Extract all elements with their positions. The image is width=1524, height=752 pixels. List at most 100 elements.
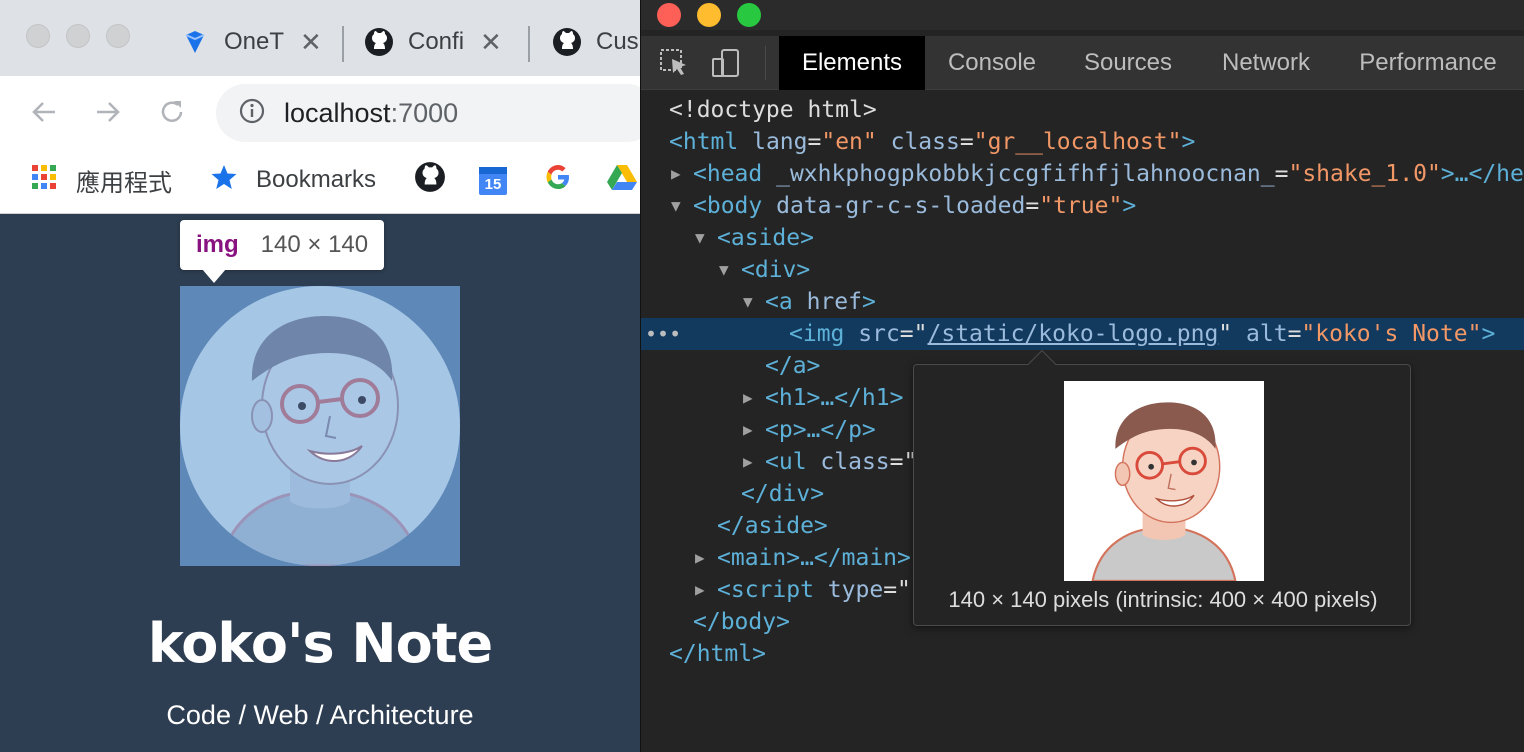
dom-node-html-close[interactable]: </html> (641, 638, 1524, 670)
close-tab-icon[interactable]: ✕ (480, 27, 502, 58)
url-port: :7000 (390, 97, 459, 128)
forward-arrow-icon[interactable] (88, 92, 128, 132)
expand-triangle-icon[interactable]: ▶ (671, 158, 693, 190)
devtools-titlebar (641, 0, 1524, 30)
bookmark-drive[interactable] (606, 160, 638, 200)
attr-value: =" (883, 577, 911, 603)
google-icon (544, 163, 572, 198)
browser-tab-3[interactable]: Cus (552, 22, 639, 62)
tab-network[interactable]: Network (1201, 36, 1331, 90)
site-title[interactable]: koko's Note (0, 612, 640, 675)
tab-elements[interactable]: Elements (779, 36, 925, 90)
bookmark-calendar[interactable]: 15 (478, 160, 508, 200)
attr-value: "gr__localhost" (973, 129, 1182, 155)
attr-value: "shake_1.0" (1288, 161, 1441, 187)
tag-name: <p>…</p> (765, 417, 876, 443)
attr-value: "koko's Note" (1301, 321, 1482, 347)
info-icon[interactable] (238, 97, 266, 130)
zoom-window-button[interactable] (106, 24, 130, 48)
browser-toolbar: localhost:7000 (0, 76, 640, 148)
dom-node-a[interactable]: ▼ <a href> (641, 286, 1524, 318)
devtools-tabbar: Elements Console Sources Network Perform… (641, 36, 1524, 90)
tag-name: </body> (693, 609, 790, 635)
close-window-button[interactable] (26, 24, 50, 48)
bookmark-folder[interactable]: Bookmarks (210, 160, 376, 200)
expand-triangle-icon[interactable]: ▶ (743, 382, 765, 414)
tag-name: <a (765, 289, 793, 315)
more-options-icon[interactable]: ••• (645, 318, 681, 350)
tag-close: > (1122, 193, 1137, 219)
collapse-triangle-icon[interactable]: ▼ (719, 254, 741, 286)
tag-name: </div> (741, 481, 825, 507)
browser-tab-1[interactable]: OneT ✕ (180, 22, 322, 62)
tooltip-arrow (202, 269, 226, 283)
attr-value: "true" (1039, 193, 1123, 219)
doctype-text: <!doctype html> (669, 97, 877, 123)
highlighted-logo-image[interactable] (180, 286, 460, 566)
tooltip-size: 140 × 140 (260, 231, 369, 258)
tab-divider (342, 26, 344, 62)
tab-sources[interactable]: Sources (1069, 36, 1187, 90)
address-bar[interactable]: localhost:7000 (216, 84, 640, 142)
tag-name: <body (693, 193, 763, 219)
image-dimensions-caption: 140 × 140 pixels (intrinsic: 400 × 400 p… (948, 587, 1378, 612)
tag-close: > (1181, 129, 1196, 155)
bookmark-google[interactable] (544, 160, 572, 200)
attr-name: class (890, 129, 960, 155)
attr-name: _wxhkphogpkobbkjccgfifhfjlahnoocnan_ (776, 161, 1275, 187)
github-icon (552, 27, 582, 57)
dom-node-img-selected[interactable]: ••• <img src="/static/koko-logo.png" alt=… (641, 318, 1524, 350)
tag-name: <html (669, 129, 739, 155)
expand-triangle-icon[interactable]: ▶ (743, 446, 765, 478)
apps-grid-icon (30, 163, 58, 198)
attr-name: lang (752, 129, 808, 155)
expand-triangle-icon[interactable]: ▶ (743, 414, 765, 446)
browser-tab-2[interactable]: Confi ✕ (364, 22, 502, 62)
back-arrow-icon[interactable] (24, 92, 64, 132)
bookmark-label: 應用程式 (76, 169, 172, 197)
tab-divider (528, 26, 530, 62)
tag-name: <aside> (717, 225, 814, 251)
dom-node-head[interactable]: ▶ <head _wxhkphogpkobbkjccgfifhfjlahnoocn… (641, 158, 1524, 190)
dom-node-html[interactable]: <html lang="en" class="gr__localhost"> (641, 126, 1524, 158)
reload-icon[interactable] (152, 92, 192, 132)
close-window-button[interactable] (657, 3, 681, 27)
site-subtitle: Code / Web / Architecture (166, 700, 474, 730)
avatar (180, 286, 460, 566)
collapse-triangle-icon[interactable]: ▼ (671, 190, 693, 222)
attr-name: alt (1246, 321, 1288, 347)
expand-triangle-icon[interactable]: ▶ (695, 542, 717, 574)
close-tab-icon[interactable]: ✕ (300, 27, 322, 58)
src-link[interactable]: /static/koko-logo.png (928, 321, 1219, 347)
browser-tab-title: Confi (408, 28, 465, 55)
zoom-window-button[interactable] (737, 3, 761, 27)
tag-close: >…</head> (1440, 161, 1524, 187)
bookmark-github[interactable] (414, 160, 446, 200)
tab-console[interactable]: Console (931, 36, 1053, 90)
tab-performance[interactable]: Performance (1345, 36, 1511, 90)
devtools-window: Elements Console Sources Network Perform… (640, 0, 1524, 752)
dom-node-div[interactable]: ▼ <div> (641, 254, 1524, 286)
inspect-tooltip: img 140 × 140 (180, 220, 385, 270)
attr-name: data-gr-c-s-loaded (776, 193, 1026, 219)
avatar-portrait (218, 316, 422, 566)
dom-node-body[interactable]: ▼ <body data-gr-c-s-loaded="true"> (641, 190, 1524, 222)
drive-icon (606, 163, 638, 198)
bookmarks-bar: 應用程式 Bookmarks 15 (0, 148, 640, 214)
collapse-triangle-icon[interactable]: ▼ (743, 286, 765, 318)
inspect-element-icon[interactable] (657, 46, 691, 80)
star-icon (210, 163, 238, 198)
bookmark-apps[interactable]: 應用程式 (30, 160, 172, 200)
calendar-badge: 15 (484, 176, 502, 193)
dom-node-aside[interactable]: ▼ <aside> (641, 222, 1524, 254)
minimize-window-button[interactable] (697, 3, 721, 27)
device-toolbar-icon[interactable] (709, 46, 743, 80)
url-host: localhost (284, 97, 391, 128)
image-preview-thumbnail (1064, 381, 1264, 581)
expand-triangle-icon[interactable]: ▶ (695, 574, 717, 606)
dom-node-doctype[interactable]: <!doctype html> (641, 94, 1524, 126)
collapse-triangle-icon[interactable]: ▼ (695, 222, 717, 254)
minimize-window-button[interactable] (66, 24, 90, 48)
toolbar-divider (765, 46, 766, 80)
tag-name: <img (789, 321, 845, 347)
